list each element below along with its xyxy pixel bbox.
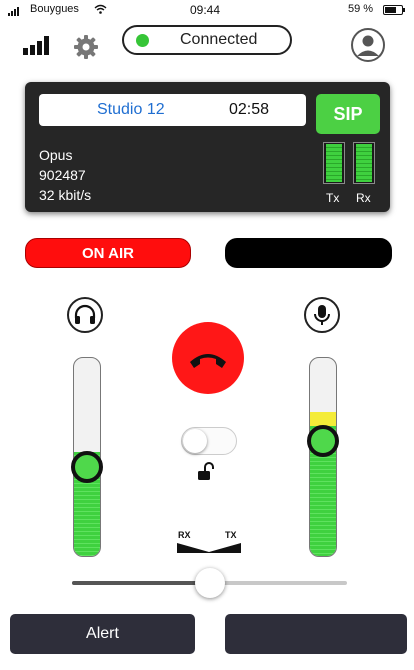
rx-tx-balance-icon[interactable] <box>175 541 243 555</box>
connection-status-label: Connected <box>180 31 258 48</box>
status-bar: Bouygues 09:44 59 % <box>0 0 414 22</box>
battery-percent: 59 % <box>348 3 374 15</box>
connection-indicator-dot <box>136 34 149 47</box>
bitrate-label: 32 kbit/s <box>39 187 92 203</box>
carrier-name: Bouygues <box>30 3 79 15</box>
master-level-knob[interactable] <box>195 568 225 598</box>
tx-label: Tx <box>326 191 340 205</box>
on-air-indicator[interactable]: ON AIR <box>25 238 191 268</box>
headphone-volume-knob[interactable] <box>71 451 103 483</box>
rx-meter <box>353 142 375 184</box>
rx-meter-level <box>356 144 372 182</box>
microphone-icon[interactable] <box>304 297 340 333</box>
cellular-signal-icon <box>8 7 19 16</box>
secondary-action-button[interactable] <box>225 614 407 654</box>
hang-up-button[interactable] <box>172 322 244 394</box>
wifi-icon <box>94 4 107 14</box>
connection-status-pill[interactable]: Connected <box>122 25 292 55</box>
session-id: 902487 <box>39 167 86 183</box>
tx-meter-level <box>326 144 342 182</box>
call-timer: 02:58 <box>229 101 270 118</box>
unlocked-icon <box>198 462 214 480</box>
mic-peak-indicator <box>310 412 336 426</box>
alert-button[interactable]: Alert <box>10 614 195 654</box>
user-account-icon[interactable] <box>348 27 388 63</box>
status-time: 09:44 <box>190 3 221 17</box>
mic-volume-knob[interactable] <box>307 425 339 457</box>
codec-label: Opus <box>39 147 73 163</box>
balance-rx-label: RX <box>178 530 191 540</box>
balance-tx-label: TX <box>225 530 237 540</box>
session-info-card: Studio 12 02:58 SIP Opus 902487 32 kbit/… <box>25 82 390 212</box>
toggle-knob <box>183 429 207 453</box>
studio-name-box: Studio 12 02:58 <box>39 94 306 126</box>
headphones-icon[interactable] <box>67 297 103 333</box>
phone-hangup-icon <box>190 354 226 368</box>
network-stats-icon[interactable] <box>22 34 52 56</box>
lock-toggle[interactable] <box>181 427 237 455</box>
rx-label: Rx <box>356 191 371 205</box>
gear-icon[interactable] <box>70 33 102 61</box>
tx-meter <box>323 142 345 184</box>
master-level-fill <box>72 581 210 585</box>
studio-name: Studio 12 <box>97 101 165 118</box>
battery-icon <box>383 5 405 15</box>
sip-button[interactable]: SIP <box>316 94 380 134</box>
mic-volume-fader[interactable] <box>309 357 337 557</box>
secondary-indicator-bar[interactable] <box>225 238 392 268</box>
